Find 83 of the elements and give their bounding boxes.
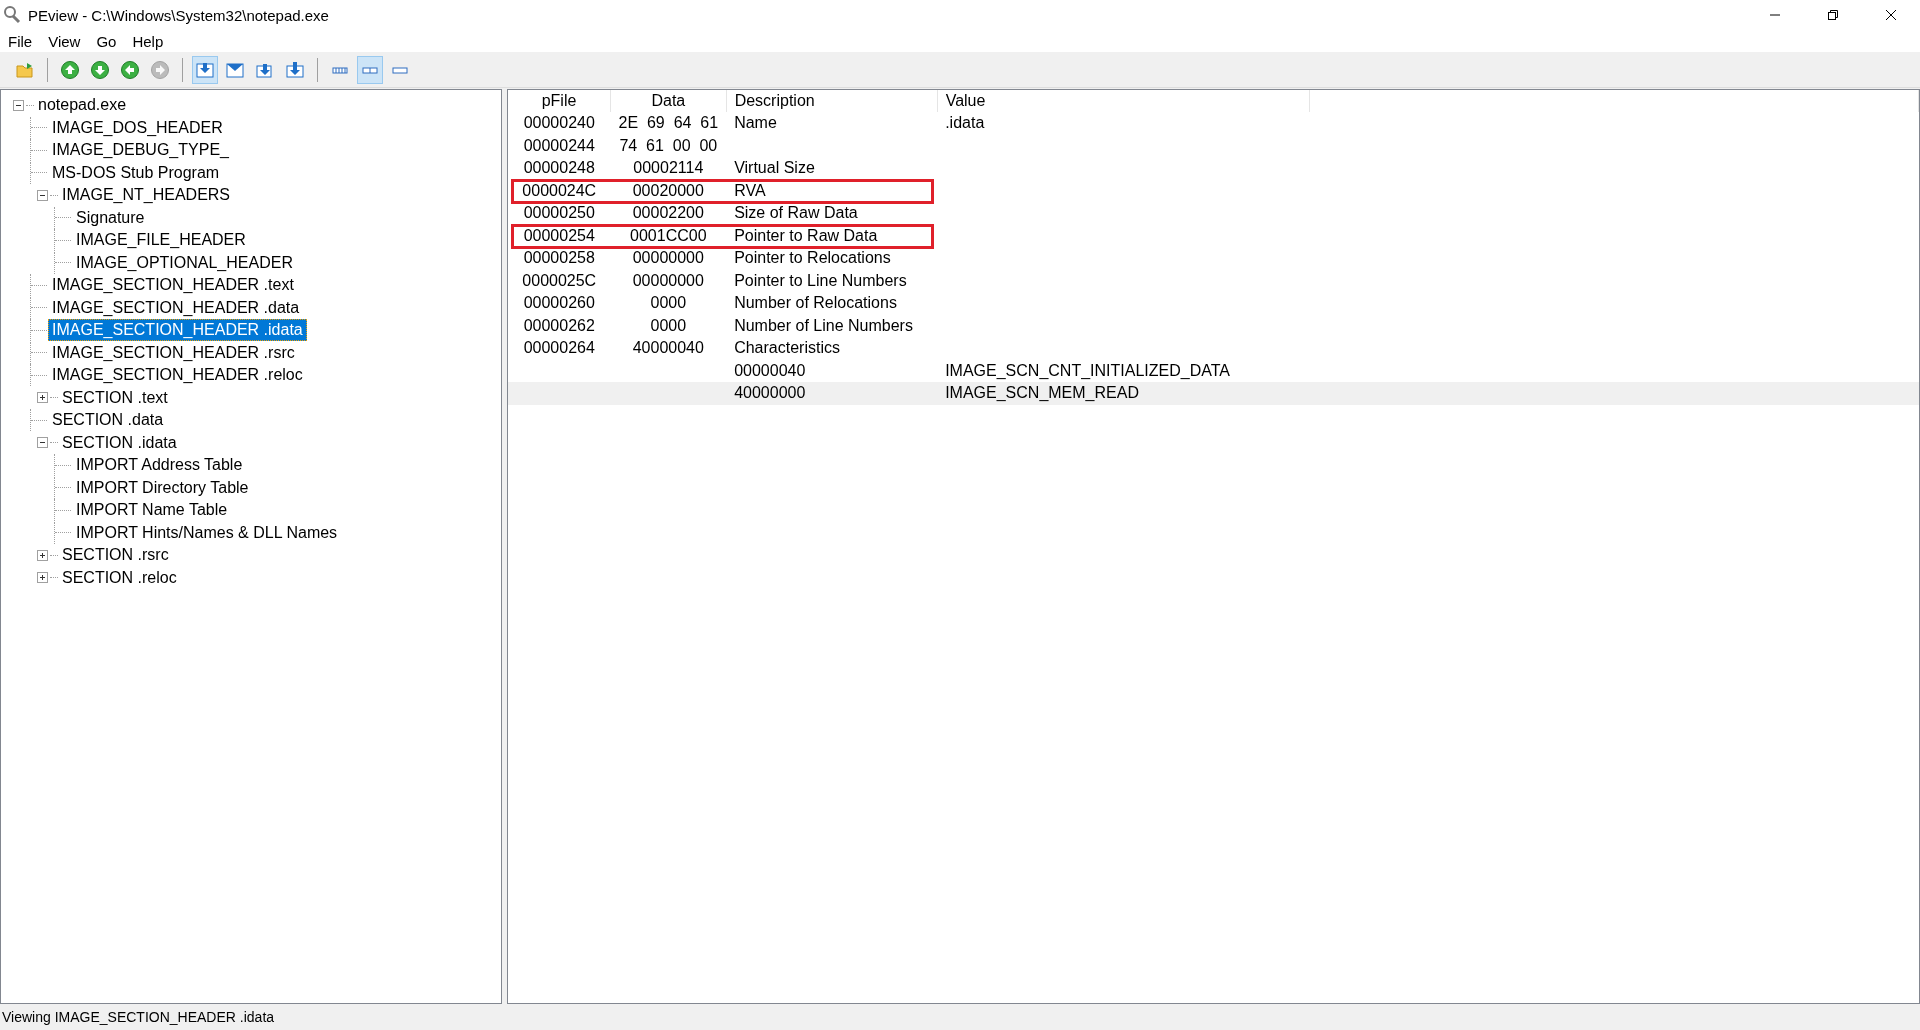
download-box-icon — [195, 60, 215, 80]
table-cell: 40000000 — [726, 382, 938, 405]
tree-item[interactable]: IMPORT Name Table — [72, 499, 232, 522]
column-header[interactable]: Value — [937, 90, 1310, 112]
restore-icon — [1827, 9, 1839, 21]
table-cell-text: 00000000 — [631, 270, 705, 291]
menu-item[interactable]: Go — [88, 30, 125, 52]
toolbar-button[interactable] — [192, 56, 218, 84]
table-cell-text: Number of Line Numbers — [733, 315, 914, 336]
tree-item[interactable]: SECTION .rsrc — [58, 544, 173, 567]
table-cell-text: 00000254 — [522, 225, 596, 246]
table-cell-text: 00002114 — [632, 158, 705, 179]
table-cell-text: 00000244 — [522, 135, 596, 156]
close-icon — [1885, 9, 1897, 21]
column-header[interactable]: Data — [610, 90, 727, 112]
table-cell-text: 00000248 — [522, 158, 596, 179]
tree-item[interactable]: IMAGE_SECTION_HEADER .text — [48, 274, 298, 297]
table-cell-text: 00020000 — [631, 180, 705, 201]
table-cell-text: Characteristics — [733, 338, 841, 359]
table-cell-text: 74 61 00 00 — [618, 135, 719, 156]
table-cell-text: Number of Relocations — [733, 293, 898, 314]
table-cell: 00000040 — [726, 359, 938, 382]
table-cell-text: Virtual Size — [733, 158, 816, 179]
tree-item[interactable]: IMPORT Hints/Names & DLL Names — [72, 521, 342, 544]
table-cell-text: 0000 — [649, 293, 688, 314]
tree-item[interactable]: IMAGE_DOS_HEADER — [48, 116, 227, 139]
table-cell: IMAGE_SCN_CNT_INITIALIZED_DATA — [937, 359, 1310, 382]
folder-icon — [15, 60, 35, 80]
table-cell: .idata — [937, 112, 1310, 135]
window-title: PEview - C:\Windows\System32\notepad.exe — [28, 6, 330, 24]
tree-item[interactable]: IMAGE_OPTIONAL_HEADER — [72, 251, 297, 274]
tree-item[interactable]: IMPORT Directory Table — [72, 476, 253, 499]
tree-item[interactable]: notepad.exe — [34, 94, 131, 117]
tree-item[interactable]: IMAGE_SECTION_HEADER .rsrc — [48, 341, 299, 364]
tree-item[interactable]: MS-DOS Stub Program — [48, 161, 224, 184]
expand-icon[interactable] — [37, 572, 48, 584]
table-cell-text: 0001CC00 — [629, 225, 708, 246]
table-cell-text: 0000025C — [521, 270, 598, 291]
table-cell: IMAGE_SCN_MEM_READ — [937, 382, 1310, 405]
tree-item[interactable]: SECTION .text — [58, 386, 172, 409]
tree-item[interactable]: IMAGE_DEBUG_TYPE_ — [48, 139, 233, 162]
column-header[interactable]: Description — [726, 90, 938, 112]
column-header[interactable]: pFile — [508, 90, 611, 112]
collapse-icon[interactable] — [13, 99, 24, 111]
table-cell-text: Pointer to Line Numbers — [733, 270, 908, 291]
tree-item[interactable]: Signature — [72, 206, 149, 229]
tree-item[interactable]: IMAGE_SECTION_HEADER .idata — [48, 319, 307, 342]
table-cell-text: 00000264 — [522, 338, 596, 359]
table-cell-text: 00000262 — [522, 315, 596, 336]
tree-item[interactable]: SECTION .data — [48, 409, 168, 432]
tree-item[interactable]: IMAGE_SECTION_HEADER .data — [48, 296, 304, 319]
table-cell-text: 0000024C — [521, 180, 598, 201]
envelope-icon — [225, 60, 245, 80]
table-cell-text: 40000040 — [631, 338, 705, 359]
tree-item[interactable]: SECTION .reloc — [58, 566, 181, 589]
table-cell-text: 0000 — [649, 315, 688, 336]
table-cell: Name — [726, 112, 938, 135]
collapse-icon[interactable] — [37, 437, 48, 449]
magnifier-icon — [2, 5, 22, 25]
tree-item[interactable]: IMPORT Address Table — [72, 454, 247, 477]
expand-icon[interactable] — [37, 549, 48, 561]
table-cell-text: 00000250 — [522, 203, 596, 224]
table-cell-text: Pointer to Raw Data — [733, 225, 879, 246]
tree-item[interactable]: IMAGE_NT_HEADERS — [58, 184, 235, 207]
tree-item[interactable]: IMAGE_SECTION_HEADER .reloc — [48, 364, 307, 387]
tree-item[interactable]: IMAGE_FILE_HEADER — [72, 229, 250, 252]
expand-icon[interactable] — [37, 392, 48, 404]
down-arrow-box-icon — [285, 60, 305, 80]
status-text: Viewing IMAGE_SECTION_HEADER .idata — [2, 1009, 275, 1025]
tree-item[interactable]: SECTION .idata — [58, 431, 181, 454]
table-cell-text: 00002200 — [631, 203, 705, 224]
collapse-icon[interactable] — [37, 189, 48, 201]
table-cell: 00000240 — [508, 112, 611, 135]
table-cell: 2E 69 64 61 — [610, 112, 727, 135]
menu-item[interactable]: Help — [124, 30, 172, 52]
table-cell-text: 00000000 — [631, 248, 705, 269]
table-cell-text: Pointer to Relocations — [733, 248, 892, 269]
table-cell-text: RVA — [733, 180, 767, 201]
table-cell-text: 00000260 — [522, 293, 596, 314]
menu-item[interactable]: File — [0, 30, 41, 52]
menu-item[interactable]: View — [40, 30, 89, 52]
table-cell-text: Size of Raw Data — [733, 203, 859, 224]
table-cell-text: 00000258 — [522, 248, 596, 269]
